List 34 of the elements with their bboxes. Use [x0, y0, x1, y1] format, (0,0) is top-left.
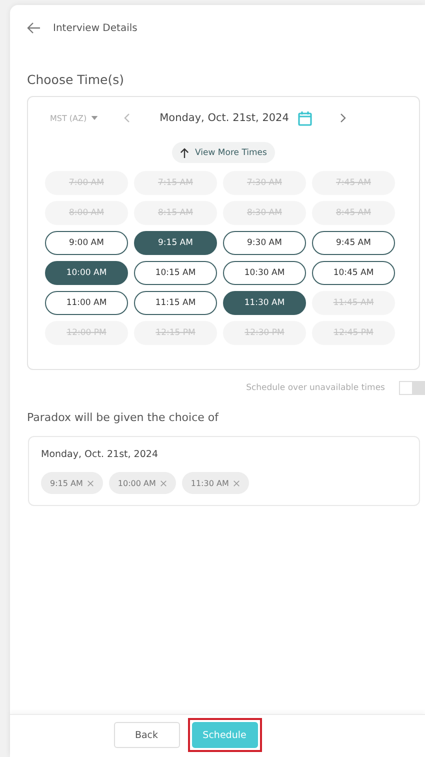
time-slot[interactable]: 10:15 AM	[134, 261, 217, 285]
date-label: Monday, Oct. 21st, 2024	[160, 112, 289, 124]
section-title: Choose Time(s)	[27, 72, 125, 87]
time-slot[interactable]: 11:00 AM	[45, 291, 128, 315]
remove-icon[interactable]	[86, 480, 94, 486]
time-chip: 9:15 AM	[41, 472, 103, 494]
schedule-button[interactable]: Schedule	[192, 722, 258, 748]
timezone-dropdown[interactable]: MST (AZ)	[50, 114, 98, 122]
time-slot[interactable]: 10:00 AM	[45, 261, 128, 285]
time-slot[interactable]: 10:45 AM	[312, 261, 395, 285]
time-slot[interactable]: 9:00 AM	[45, 231, 128, 255]
toggle-switch[interactable]	[399, 381, 425, 395]
toggle-label: Schedule over unavailable times	[246, 383, 385, 393]
remove-icon[interactable]	[232, 480, 240, 486]
previous-icon[interactable]	[124, 113, 130, 123]
time-chip: 10:00 AM	[108, 472, 176, 494]
back-button[interactable]: Back	[114, 722, 180, 748]
next-icon[interactable]	[340, 113, 346, 123]
back-arrow-icon[interactable]	[27, 22, 41, 34]
page-title: Interview Details	[53, 22, 138, 34]
time-slot[interactable]: 9:30 AM	[223, 231, 306, 255]
time-slot[interactable]: 9:15 AM	[134, 231, 217, 255]
view-more-times-button[interactable]: View More Times	[172, 142, 275, 163]
calendar-icon[interactable]	[298, 110, 312, 126]
time-slot[interactable]: 11:30 AM	[223, 291, 306, 315]
up-arrow-icon	[180, 148, 190, 158]
section-title: Paradox will be given the choice of	[27, 411, 220, 424]
remove-icon[interactable]	[160, 480, 167, 486]
time-slot[interactable]: 10:30 AM	[223, 261, 306, 285]
caret-icon	[90, 116, 98, 120]
time-slot[interactable]: 9:45 AM	[312, 231, 395, 255]
date-label: Monday, Oct. 21st, 2024	[41, 449, 159, 460]
time-slot[interactable]: 11:15 AM	[134, 291, 217, 315]
time-chip: 11:30 AM	[182, 472, 249, 494]
